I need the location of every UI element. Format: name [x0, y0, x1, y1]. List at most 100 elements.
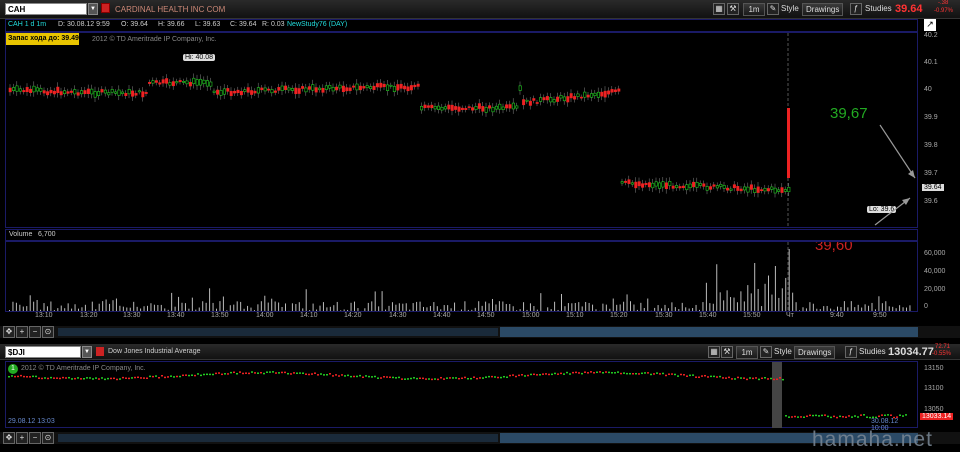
- candle: [315, 88, 317, 93]
- dji-mark: [677, 375, 679, 377]
- candle: [726, 188, 728, 190]
- candle: [424, 105, 426, 108]
- symbol-input[interactable]: CAH: [5, 3, 87, 15]
- candle: [577, 94, 579, 97]
- style-button[interactable]: Style: [781, 4, 799, 13]
- candle: [519, 86, 521, 91]
- candle: [665, 183, 667, 189]
- volume-bar: [630, 301, 631, 311]
- candle: [390, 85, 392, 86]
- candle: [716, 186, 718, 188]
- symbol-dropdown-2[interactable]: ▼: [82, 346, 92, 358]
- studies-icon[interactable]: ƒ: [850, 3, 862, 15]
- candle: [689, 184, 691, 188]
- dji-axis: 13150 13100 13050 13033.14: [920, 361, 960, 428]
- dji-mark: [632, 373, 634, 375]
- dji-mark: [758, 379, 760, 381]
- volume-bar: [130, 308, 131, 311]
- candle: [91, 89, 93, 94]
- zoom-reset-icon[interactable]: ⊙: [42, 326, 54, 338]
- candle: [414, 85, 416, 87]
- style-icon-2[interactable]: ✎: [760, 346, 772, 358]
- volume-bar: [647, 299, 648, 311]
- volume-bar: [271, 299, 272, 311]
- grid-icon[interactable]: ▦: [713, 3, 725, 15]
- dji-mark: [89, 377, 91, 379]
- dji-mark: [257, 372, 259, 374]
- dji-mark: [440, 377, 442, 379]
- zoom-out-icon-2[interactable]: −: [29, 432, 41, 444]
- volume-bar: [889, 306, 890, 311]
- volume-bar: [399, 303, 400, 311]
- dji-mark: [455, 377, 457, 379]
- candle: [645, 183, 647, 184]
- timeframe-button[interactable]: 1m: [743, 3, 765, 16]
- wrench-icon-2[interactable]: ⚒: [721, 346, 733, 358]
- style-button-2[interactable]: Style: [774, 347, 792, 356]
- candle: [284, 86, 286, 90]
- dji-mark: [626, 373, 628, 375]
- volume-bar: [426, 307, 427, 311]
- timeframe-button-2[interactable]: 1m: [736, 346, 758, 359]
- studies-button-2[interactable]: Studies: [859, 347, 886, 356]
- dji-mark: [230, 372, 232, 374]
- dji-mark: [461, 377, 463, 379]
- studies-button[interactable]: Studies: [865, 4, 892, 13]
- volume-bar: [416, 302, 417, 311]
- dji-mark: [587, 372, 589, 374]
- dji-mark: [692, 374, 694, 376]
- candle: [505, 105, 507, 108]
- wrench-icon[interactable]: ⚒: [727, 3, 739, 15]
- zoom-in-icon[interactable]: +: [16, 326, 28, 338]
- scrollbar-thumb[interactable]: [500, 327, 918, 337]
- scrollbar-track-2[interactable]: [58, 434, 498, 442]
- zoom-out-icon[interactable]: −: [29, 326, 41, 338]
- symbol-dropdown[interactable]: ▼: [88, 3, 98, 15]
- candle: [322, 88, 324, 92]
- candle: [499, 104, 501, 109]
- dji-mark: [122, 377, 124, 379]
- candle: [597, 92, 599, 97]
- zoom-reset-icon-2[interactable]: ⊙: [42, 432, 54, 444]
- pan-icon[interactable]: ✥: [3, 326, 15, 338]
- dji-mark: [668, 373, 670, 375]
- studies-icon-2[interactable]: ƒ: [845, 346, 857, 358]
- candle: [12, 87, 14, 90]
- volume-bar: [709, 303, 710, 311]
- candle: [33, 86, 35, 92]
- volume-bar: [561, 294, 562, 311]
- volume-bar: [109, 304, 110, 311]
- dji-mark: [290, 373, 292, 375]
- dji-mark: [551, 374, 553, 376]
- candle: [176, 82, 178, 83]
- volume-bar: [385, 310, 386, 311]
- volume-bar: [368, 303, 369, 311]
- candle: [369, 87, 371, 89]
- style-icon[interactable]: ✎: [767, 3, 779, 15]
- zoom-in-icon-2[interactable]: +: [16, 432, 28, 444]
- grid-icon-2[interactable]: ▦: [708, 346, 720, 358]
- dji-mark: [497, 377, 499, 379]
- dji-mark: [623, 372, 625, 374]
- link-icon[interactable]: [101, 3, 110, 13]
- drawings-button-2[interactable]: Drawings: [794, 346, 835, 359]
- candle: [621, 182, 623, 184]
- dji-mark: [263, 373, 265, 375]
- volume-bar: [447, 305, 448, 311]
- symbol-input-2[interactable]: $DJI: [5, 346, 81, 358]
- scrollbar-track[interactable]: [58, 328, 498, 336]
- expand-icon[interactable]: ↗: [924, 19, 936, 31]
- volume-bar: [654, 308, 655, 311]
- link-icon-2[interactable]: [96, 347, 104, 356]
- volume-bar: [444, 305, 445, 311]
- info-row: CAH 1 d 1m D: 30.08.12 9:59 O: 39.64 H: …: [5, 19, 918, 32]
- drawings-button[interactable]: Drawings: [802, 3, 843, 16]
- dji-mark: [365, 375, 367, 377]
- dji-mark: [872, 417, 874, 419]
- candle: [165, 79, 167, 84]
- volume-bar: [892, 307, 893, 311]
- dji-mark: [344, 375, 346, 377]
- pan-icon-2[interactable]: ✥: [3, 432, 15, 444]
- dji-mark: [902, 415, 904, 417]
- dji-mark: [200, 375, 202, 377]
